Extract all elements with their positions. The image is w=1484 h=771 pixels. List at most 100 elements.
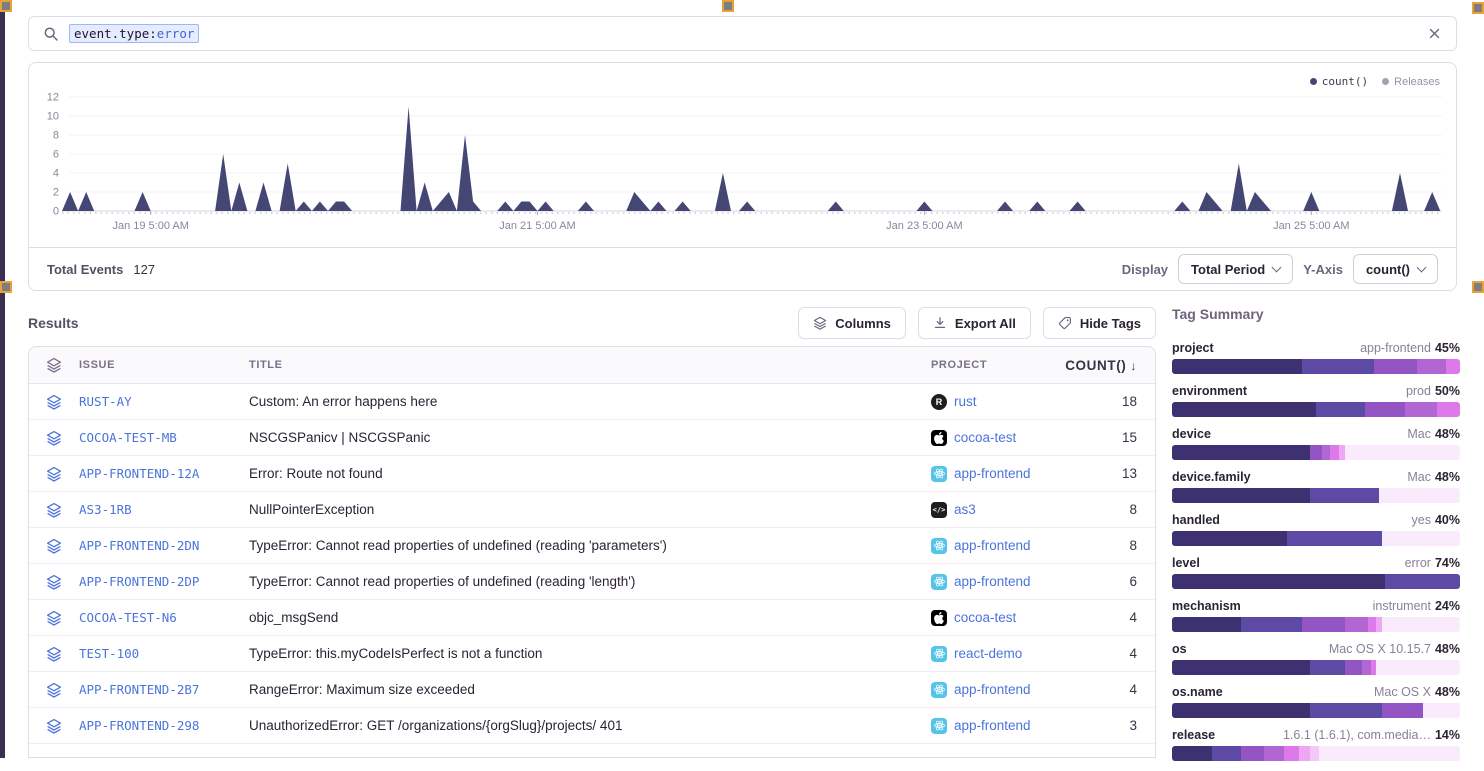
tag-distribution-bar[interactable] bbox=[1172, 359, 1460, 374]
tag-bar-segment[interactable] bbox=[1376, 617, 1382, 632]
column-header-stack[interactable] bbox=[29, 357, 79, 373]
tag-bar-segment[interactable] bbox=[1172, 445, 1310, 460]
tag-bar-segment[interactable] bbox=[1362, 660, 1371, 675]
selection-handle-top-middle[interactable] bbox=[722, 0, 734, 12]
tag-bar-segment[interactable] bbox=[1382, 703, 1422, 718]
search-token[interactable]: event.type:error bbox=[69, 24, 199, 43]
tag-bar-segment[interactable] bbox=[1302, 617, 1345, 632]
tag-bar-segment[interactable] bbox=[1172, 746, 1212, 761]
tag-bar-segment[interactable] bbox=[1310, 703, 1382, 718]
issue-link[interactable]: APP-FRONTEND-2DP bbox=[79, 574, 199, 589]
project-link[interactable]: cocoa-test bbox=[954, 430, 1016, 445]
project-link[interactable]: app-frontend bbox=[954, 538, 1031, 553]
project-link[interactable]: app-frontend bbox=[954, 682, 1031, 697]
display-dropdown[interactable]: Total Period bbox=[1178, 254, 1293, 284]
selection-handle-top-left[interactable] bbox=[0, 0, 12, 12]
tag-bar-segment[interactable] bbox=[1310, 660, 1345, 675]
tag-bar-segment[interactable] bbox=[1172, 531, 1287, 546]
search-clear-button[interactable] bbox=[1427, 26, 1442, 41]
tag-distribution-bar[interactable] bbox=[1172, 445, 1460, 460]
issue-link[interactable]: APP-FRONTEND-12A bbox=[79, 466, 199, 481]
issue-stack-icon bbox=[46, 646, 62, 662]
column-header-title[interactable]: TITLE bbox=[249, 359, 931, 371]
tag-bar-segment[interactable] bbox=[1172, 402, 1316, 417]
project-link[interactable]: as3 bbox=[954, 502, 976, 517]
tag-bar-segment[interactable] bbox=[1264, 746, 1284, 761]
tag-bar-segment[interactable] bbox=[1365, 402, 1405, 417]
tag-bar-segment[interactable] bbox=[1345, 617, 1368, 632]
project-link[interactable]: app-frontend bbox=[954, 718, 1031, 733]
tag-distribution-bar[interactable] bbox=[1172, 746, 1460, 761]
tag-bar-segment[interactable] bbox=[1241, 617, 1301, 632]
tag-distribution-bar[interactable] bbox=[1172, 574, 1460, 589]
table-row: TEST-100 TypeError: this.myCodeIsPerfect… bbox=[29, 636, 1155, 672]
tag-bar-segment[interactable] bbox=[1322, 445, 1331, 460]
hide-tags-button[interactable]: Hide Tags bbox=[1043, 307, 1156, 339]
tag-bar-segment[interactable] bbox=[1371, 660, 1377, 675]
tag-bar-segment[interactable] bbox=[1339, 445, 1345, 460]
tag-bar-segment[interactable] bbox=[1345, 660, 1362, 675]
tag-distribution-bar[interactable] bbox=[1172, 488, 1460, 503]
tag-bar-segment[interactable] bbox=[1287, 531, 1382, 546]
project-link[interactable]: app-frontend bbox=[954, 466, 1031, 481]
search-input[interactable]: event.type:error bbox=[28, 16, 1457, 51]
tag-distribution-bar[interactable] bbox=[1172, 660, 1460, 675]
selection-handle-left-middle[interactable] bbox=[0, 281, 12, 293]
tag-bar-segment[interactable] bbox=[1374, 359, 1417, 374]
issue-link[interactable]: AS3-1RB bbox=[79, 502, 132, 517]
issue-link[interactable]: APP-FRONTEND-2B7 bbox=[79, 682, 199, 697]
tag-distribution-bar[interactable] bbox=[1172, 531, 1460, 546]
tag-bar-segment[interactable] bbox=[1172, 660, 1310, 675]
tag-name: handled bbox=[1172, 513, 1220, 527]
tag-bar-segment[interactable] bbox=[1172, 359, 1302, 374]
issue-stack-icon bbox=[46, 466, 62, 482]
tag-bar-segment[interactable] bbox=[1284, 746, 1298, 761]
tag-bar-segment[interactable] bbox=[1385, 574, 1460, 589]
tag-bar-segment[interactable] bbox=[1310, 488, 1379, 503]
export-all-button[interactable]: Export All bbox=[918, 307, 1031, 339]
tag-bar-segment[interactable] bbox=[1330, 445, 1339, 460]
issue-link[interactable]: COCOA-TEST-MB bbox=[79, 430, 177, 445]
project-link[interactable]: cocoa-test bbox=[954, 610, 1016, 625]
tag-bar-segment[interactable] bbox=[1172, 488, 1310, 503]
project-link[interactable]: rust bbox=[954, 394, 977, 409]
selection-handle-right-middle[interactable] bbox=[1472, 281, 1484, 293]
yaxis-dropdown[interactable]: count() bbox=[1353, 254, 1438, 284]
project-link[interactable]: react-demo bbox=[954, 646, 1022, 661]
tag-bar-segment[interactable] bbox=[1368, 617, 1377, 632]
issue-link[interactable]: APP-FRONTEND-298 bbox=[79, 718, 199, 733]
issue-link[interactable]: TEST-100 bbox=[79, 646, 139, 661]
tag-bar-segment[interactable] bbox=[1310, 445, 1322, 460]
tag-distribution-bar[interactable] bbox=[1172, 402, 1460, 417]
events-area-chart[interactable]: 024681012Jan 19 5:00 AMJan 21 5:00 AMJan… bbox=[39, 83, 1446, 245]
project-link[interactable]: app-frontend bbox=[954, 574, 1031, 589]
column-header-issue[interactable]: ISSUE bbox=[79, 359, 249, 371]
tag-bar-segment[interactable] bbox=[1302, 359, 1374, 374]
issue-link[interactable]: RUST-AY bbox=[79, 394, 132, 409]
tag-name: os.name bbox=[1172, 685, 1223, 699]
tag-bar-segment[interactable] bbox=[1437, 402, 1460, 417]
issue-title: NSCGSPanicv | NSCGSPanic bbox=[249, 430, 931, 445]
tag-name: release bbox=[1172, 728, 1215, 742]
issue-link[interactable]: APP-FRONTEND-2DN bbox=[79, 538, 199, 553]
events-chart-card: count() Releases 024681012Jan 19 5:00 AM… bbox=[28, 62, 1457, 291]
tag-bar-segment[interactable] bbox=[1310, 746, 1319, 761]
tag-bar-segment[interactable] bbox=[1172, 703, 1310, 718]
tag-bar-segment[interactable] bbox=[1316, 402, 1365, 417]
tag-bar-segment[interactable] bbox=[1172, 617, 1241, 632]
selection-handle-top-right[interactable] bbox=[1472, 2, 1484, 14]
tag-bar-segment[interactable] bbox=[1241, 746, 1264, 761]
columns-button[interactable]: Columns bbox=[798, 307, 906, 339]
column-header-count[interactable]: COUNT()↓ bbox=[1061, 358, 1155, 373]
issue-link[interactable]: COCOA-TEST-N6 bbox=[79, 610, 177, 625]
tag-bar-segment[interactable] bbox=[1212, 746, 1241, 761]
issue-count: 8 bbox=[1061, 538, 1155, 553]
column-header-project[interactable]: PROJECT bbox=[931, 359, 1061, 371]
tag-bar-segment[interactable] bbox=[1446, 359, 1460, 374]
tag-bar-segment[interactable] bbox=[1299, 746, 1311, 761]
tag-distribution-bar[interactable] bbox=[1172, 703, 1460, 718]
tag-bar-segment[interactable] bbox=[1417, 359, 1446, 374]
tag-distribution-bar[interactable] bbox=[1172, 617, 1460, 632]
tag-bar-segment[interactable] bbox=[1405, 402, 1437, 417]
tag-bar-segment[interactable] bbox=[1172, 574, 1385, 589]
